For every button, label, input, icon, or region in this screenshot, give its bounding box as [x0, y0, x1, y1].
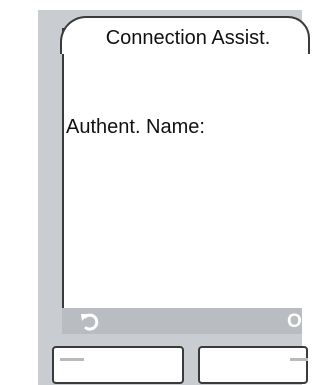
- title-bar: Connection Assist.: [60, 16, 310, 54]
- left-hardware-key[interactable]: [52, 346, 184, 384]
- authent-name-label: Authent. Name:: [66, 116, 205, 138]
- left-key-indicator: [60, 358, 84, 361]
- ok-softkey[interactable]: OK: [287, 311, 316, 333]
- display-screen: [62, 28, 304, 308]
- screen-title: Connection Assist.: [105, 27, 271, 49]
- back-icon[interactable]: [79, 312, 105, 332]
- right-key-indicator: [290, 358, 308, 361]
- right-hardware-key[interactable]: [198, 346, 308, 384]
